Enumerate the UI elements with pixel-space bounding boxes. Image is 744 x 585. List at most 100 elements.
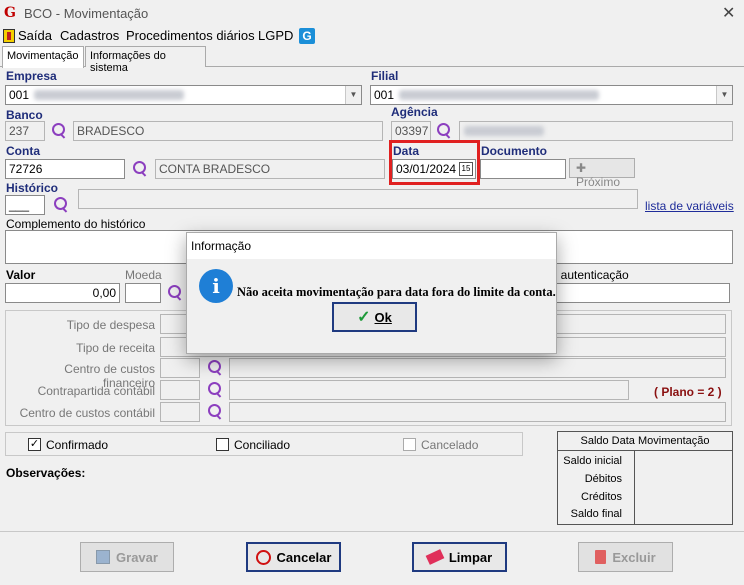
agencia-code-field[interactable]: 03397 (391, 121, 431, 141)
saldo-final-label: Saldo final (570, 508, 622, 520)
menu-procedimentos-diarios[interactable]: Procedimentos diários (126, 28, 255, 43)
agencia-label: Agência (391, 105, 438, 119)
chevron-down-icon[interactable]: ▼ (345, 86, 361, 104)
data-date-field[interactable]: 03/01/2024 15 (392, 159, 476, 179)
menu-lgpd[interactable]: LGPD (258, 28, 293, 43)
conta-label: Conta (6, 144, 40, 158)
proximo-label: Próximo (576, 175, 621, 189)
lista-variaveis-link[interactable]: lista de variáveis (645, 199, 734, 213)
conta-search-icon[interactable] (131, 160, 149, 178)
information-dialog: Informação i Não aceita movimentação par… (186, 232, 557, 354)
g-app-icon[interactable]: G (299, 28, 315, 44)
cancelar-button[interactable]: Cancelar (246, 542, 341, 572)
moeda-field[interactable] (125, 283, 161, 303)
filial-combo[interactable]: 001 ▼ (370, 85, 733, 105)
limpar-button[interactable]: Limpar (412, 542, 507, 572)
calendar-icon[interactable]: 15 (459, 162, 473, 176)
documento-field[interactable] (480, 159, 566, 179)
window-title: BCO - Movimentação (24, 6, 149, 21)
cancelar-label: Cancelar (276, 549, 332, 565)
plus-icon: ✚ (576, 161, 587, 175)
data-label: Data (393, 144, 420, 158)
tab-movimentacao[interactable]: Movimentação (2, 46, 84, 68)
conta-name-field: CONTA BRADESCO (155, 159, 385, 179)
complemento-label: Complemento do histórico (6, 217, 146, 231)
saldo-panel: Saldo Data Movimentação Saldo inicial Dé… (557, 431, 733, 525)
checkmark-icon: ✓ (357, 309, 371, 326)
excluir-button[interactable]: Excluir (578, 542, 673, 572)
chevron-down-icon[interactable]: ▼ (716, 86, 732, 104)
filial-redacted (399, 90, 599, 100)
empresa-redacted (34, 90, 184, 100)
confirmado-label: Confirmado (46, 438, 109, 452)
centro-contabil-desc (229, 402, 726, 422)
saldo-inicial-label: Saldo inicial (563, 455, 622, 467)
proximo-button[interactable]: ✚ Próximo (569, 158, 635, 189)
banco-search-icon[interactable] (50, 122, 68, 140)
debitos-label: Débitos (584, 473, 622, 485)
ok-label: Ok (374, 309, 392, 325)
eraser-icon (425, 549, 445, 565)
conta-code-field[interactable]: 72726 (5, 159, 125, 179)
saldo-divider (634, 451, 635, 524)
filial-label: Filial (371, 69, 399, 83)
cancel-icon (255, 549, 271, 565)
moeda-label: Moeda (125, 268, 162, 282)
banco-name-field: BRADESCO (73, 121, 383, 141)
historico-description-field (78, 189, 638, 209)
cancelado-checkbox[interactable] (403, 438, 416, 451)
saldo-title: Saldo Data Movimentação (558, 432, 732, 451)
menu-saida[interactable]: Saída (18, 28, 52, 43)
empresa-value: 001 (9, 88, 30, 102)
contrapartida-code[interactable] (160, 380, 200, 400)
info-icon: i (199, 269, 233, 303)
limpar-label: Limpar (448, 549, 493, 565)
trash-icon (595, 550, 607, 564)
empresa-label: Empresa (6, 69, 57, 83)
dialog-message: Não aceita movimentação para data fora d… (237, 285, 556, 299)
tipo-despesa-label: Tipo de despesa (66, 318, 155, 332)
tab-informacoes-sistema[interactable]: Informações do sistema (85, 46, 206, 74)
confirmado-checkbox[interactable]: ✓ (28, 438, 41, 451)
agencia-search-icon[interactable] (435, 122, 453, 140)
close-window-icon[interactable]: ✕ (722, 3, 735, 23)
contrapartida-label: Contrapartida contábil (37, 384, 155, 398)
contrapartida-desc (229, 380, 629, 400)
conciliado-checkbox[interactable] (216, 438, 229, 451)
valor-field[interactable]: 0,00 (5, 283, 120, 303)
agencia-name-field (459, 121, 733, 141)
centro-contabil-code[interactable] (160, 402, 200, 422)
documento-label: Documento (481, 144, 547, 158)
menu-cadastros[interactable]: Cadastros (60, 28, 119, 43)
exit-icon[interactable] (3, 29, 15, 43)
cancelado-label: Cancelado (421, 438, 479, 452)
empresa-combo[interactable]: 001 ▼ (5, 85, 362, 105)
banco-code-field[interactable]: 237 (5, 121, 45, 141)
tipo-receita-label: Tipo de receita (76, 341, 155, 355)
app-logo-icon: G (4, 5, 16, 21)
data-value: 03/01/2024 (396, 162, 457, 176)
centro-financeiro-code[interactable] (160, 358, 200, 378)
footer-divider (0, 531, 744, 532)
filial-value: 001 (374, 88, 395, 102)
historico-search-icon[interactable] (52, 196, 70, 214)
contrapartida-search-icon[interactable] (206, 381, 224, 399)
plano-label: ( Plano = 2 ) (654, 385, 722, 399)
ok-button[interactable]: ✓ Ok (332, 302, 417, 332)
gravar-label: Gravar (116, 549, 158, 565)
moeda-search-icon[interactable] (166, 284, 184, 302)
dialog-title: Informação (187, 233, 556, 259)
historico-code-field[interactable]: ___ (5, 195, 45, 215)
valor-label: Valor (6, 268, 36, 282)
centro-contabil-search-icon[interactable] (206, 403, 224, 421)
centro-financeiro-search-icon[interactable] (206, 359, 224, 377)
agencia-redacted (464, 126, 544, 136)
centro-financeiro-desc (229, 358, 726, 378)
historico-label: Histórico (6, 181, 59, 195)
save-icon (96, 550, 111, 564)
autenticacao-field[interactable] (540, 283, 730, 303)
conciliado-label: Conciliado (234, 438, 291, 452)
title-bar: G BCO - Movimentação ✕ (0, 0, 744, 26)
banco-label: Banco (6, 108, 43, 122)
gravar-button[interactable]: Gravar (80, 542, 174, 572)
